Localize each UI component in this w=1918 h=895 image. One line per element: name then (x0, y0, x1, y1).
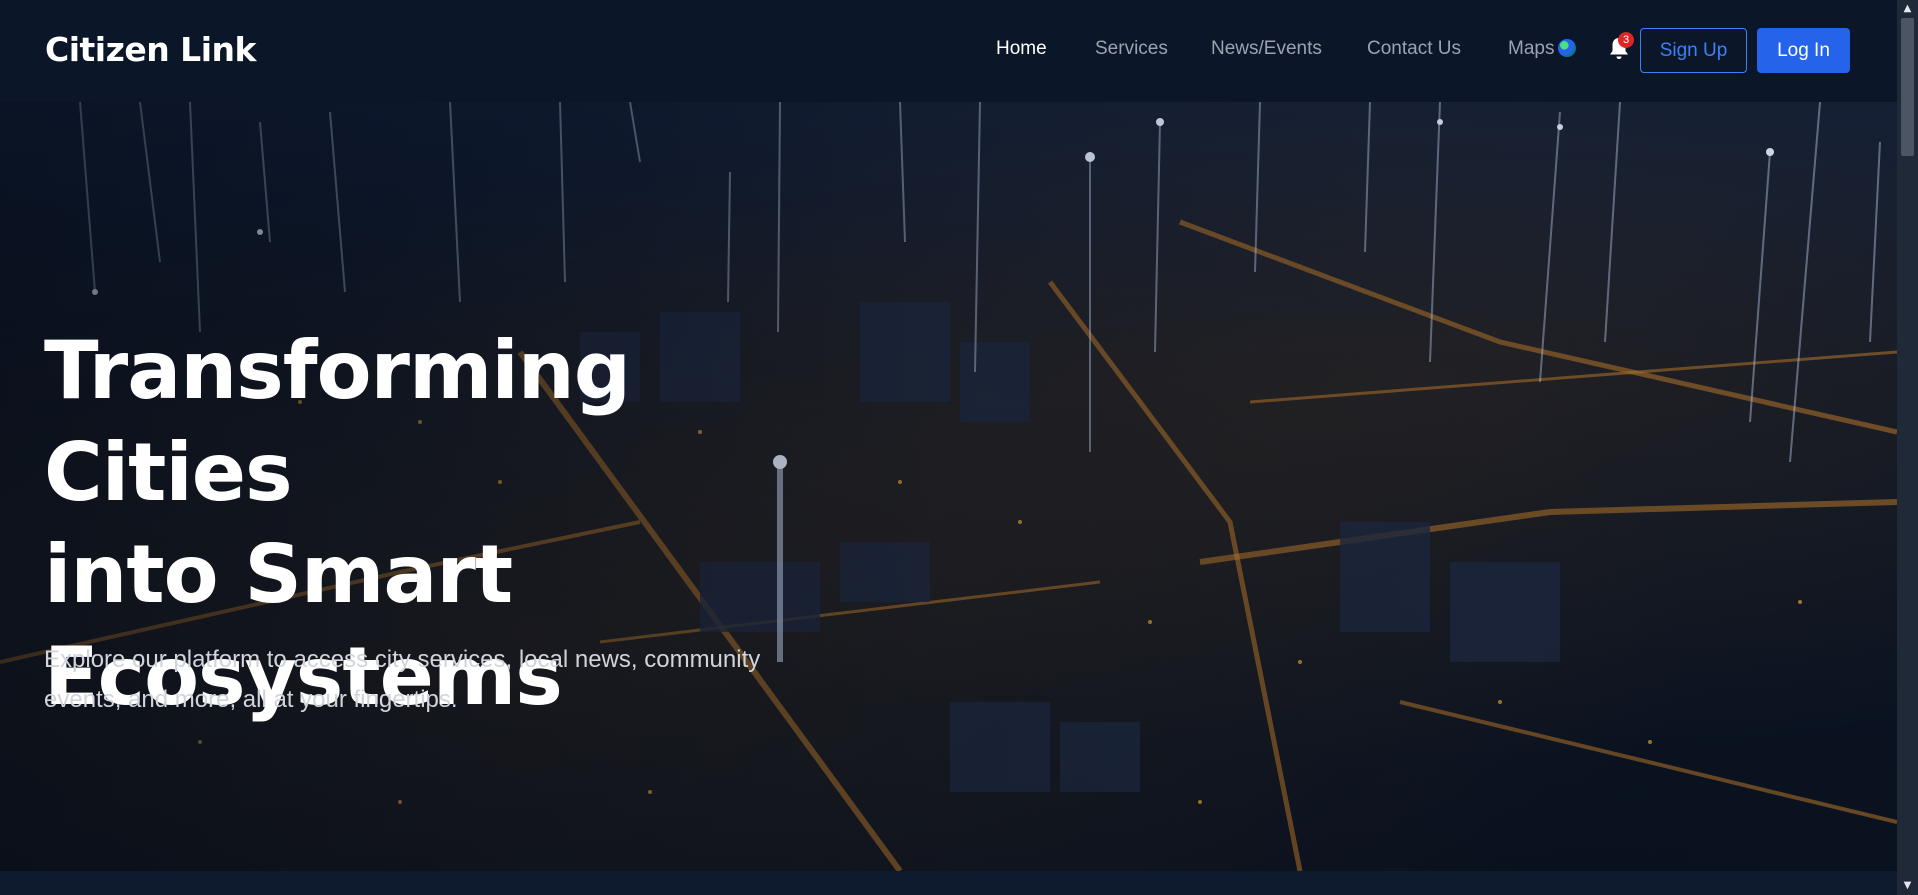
brand-logo[interactable]: Citizen Link (45, 30, 256, 69)
hero-title-line: Transforming Cities (44, 324, 631, 519)
page-scrollbar[interactable]: ▲ ▼ (1897, 0, 1918, 895)
notification-count-badge: 3 (1618, 32, 1634, 48)
hero-subtitle-line: Explore our platform to access city serv… (44, 646, 761, 673)
scroll-up-arrow-icon[interactable]: ▲ (1897, 0, 1918, 18)
hero-subtitle: Explore our platform to access city serv… (44, 640, 854, 720)
scrollbar-thumb[interactable] (1901, 18, 1914, 156)
top-navbar: Citizen Link Home Services News/Events C… (0, 0, 1897, 102)
sign-up-button[interactable]: Sign Up (1640, 28, 1747, 73)
next-section-edge (0, 871, 1897, 895)
hero-title-line: into Smart (44, 528, 513, 621)
nav-services[interactable]: Services (1095, 38, 1168, 60)
hero-banner: Transforming Cities into Smart Ecosystem… (0, 102, 1897, 871)
notifications-button[interactable]: 3 (1607, 32, 1634, 64)
log-in-button[interactable]: Log In (1757, 28, 1850, 73)
nav-home[interactable]: Home (996, 38, 1047, 60)
nav-maps[interactable]: Maps (1508, 38, 1577, 60)
nav-news-events[interactable]: News/Events (1211, 38, 1322, 60)
hero-subtitle-line: events, and more, all at your fingertips… (44, 686, 458, 713)
globe-icon (1558, 39, 1577, 57)
nav-contact-us[interactable]: Contact Us (1367, 38, 1461, 60)
scroll-down-arrow-icon[interactable]: ▼ (1897, 877, 1918, 895)
nav-maps-label: Maps (1508, 38, 1555, 59)
